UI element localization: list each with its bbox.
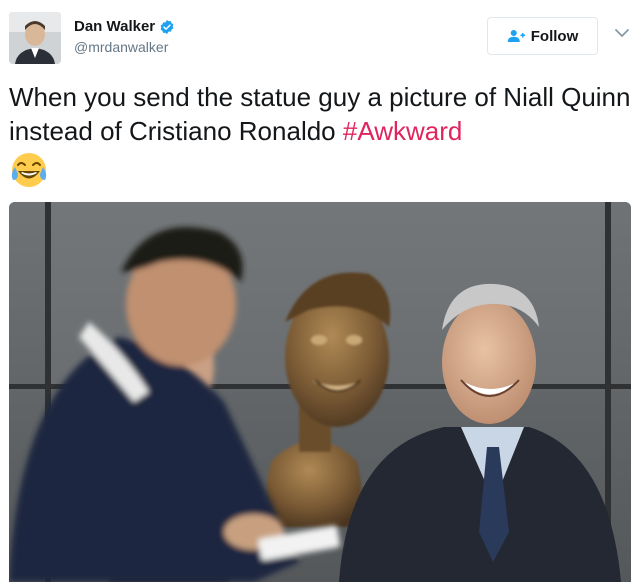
display-name-text: Dan Walker [74,18,156,35]
laughing-tears-emoji-icon [11,153,47,187]
verified-badge-icon [160,19,174,34]
tweet-photo[interactable] [9,202,631,582]
author-names: Dan Walker @mrdanwalker [74,18,175,55]
avatar[interactable] [9,12,61,64]
follow-person-icon [507,30,525,42]
tweet-header: Dan Walker @mrdanwalker Follow [0,0,640,74]
hashtag-link[interactable]: #Awkward [343,116,462,146]
author-handle[interactable]: @mrdanwalker [74,39,175,55]
tweet-body: When you send the statue guy a picture o… [9,82,631,146]
photo-illustration [9,202,631,582]
follow-label: Follow [530,27,579,45]
follow-button[interactable]: Follow [487,17,598,55]
author-display-name[interactable]: Dan Walker [74,18,175,35]
tweet-text: When you send the statue guy a picture o… [9,80,633,148]
chevron-down-icon[interactable] [614,27,630,39]
avatar-image [9,12,61,64]
